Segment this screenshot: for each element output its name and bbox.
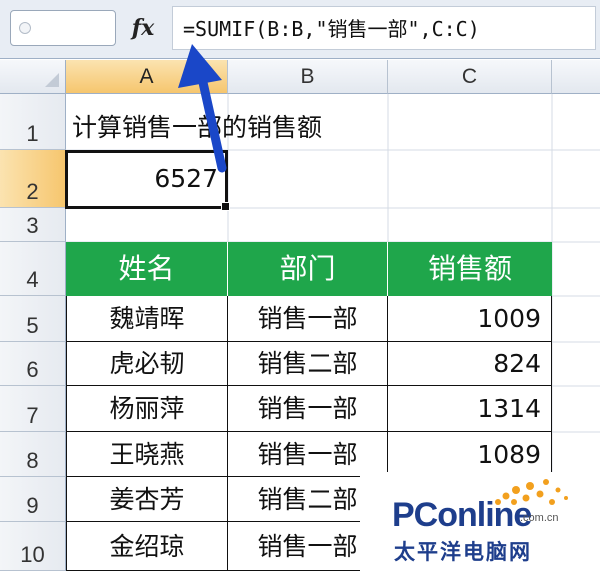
watermark-chinese: 太平洋电脑网 (394, 540, 532, 564)
watermark-domain: .com.cn (520, 512, 559, 524)
pconline-watermark: PConline .com.cn 太平洋电脑网 (360, 472, 600, 571)
watermark-brand: PConline (392, 496, 532, 534)
